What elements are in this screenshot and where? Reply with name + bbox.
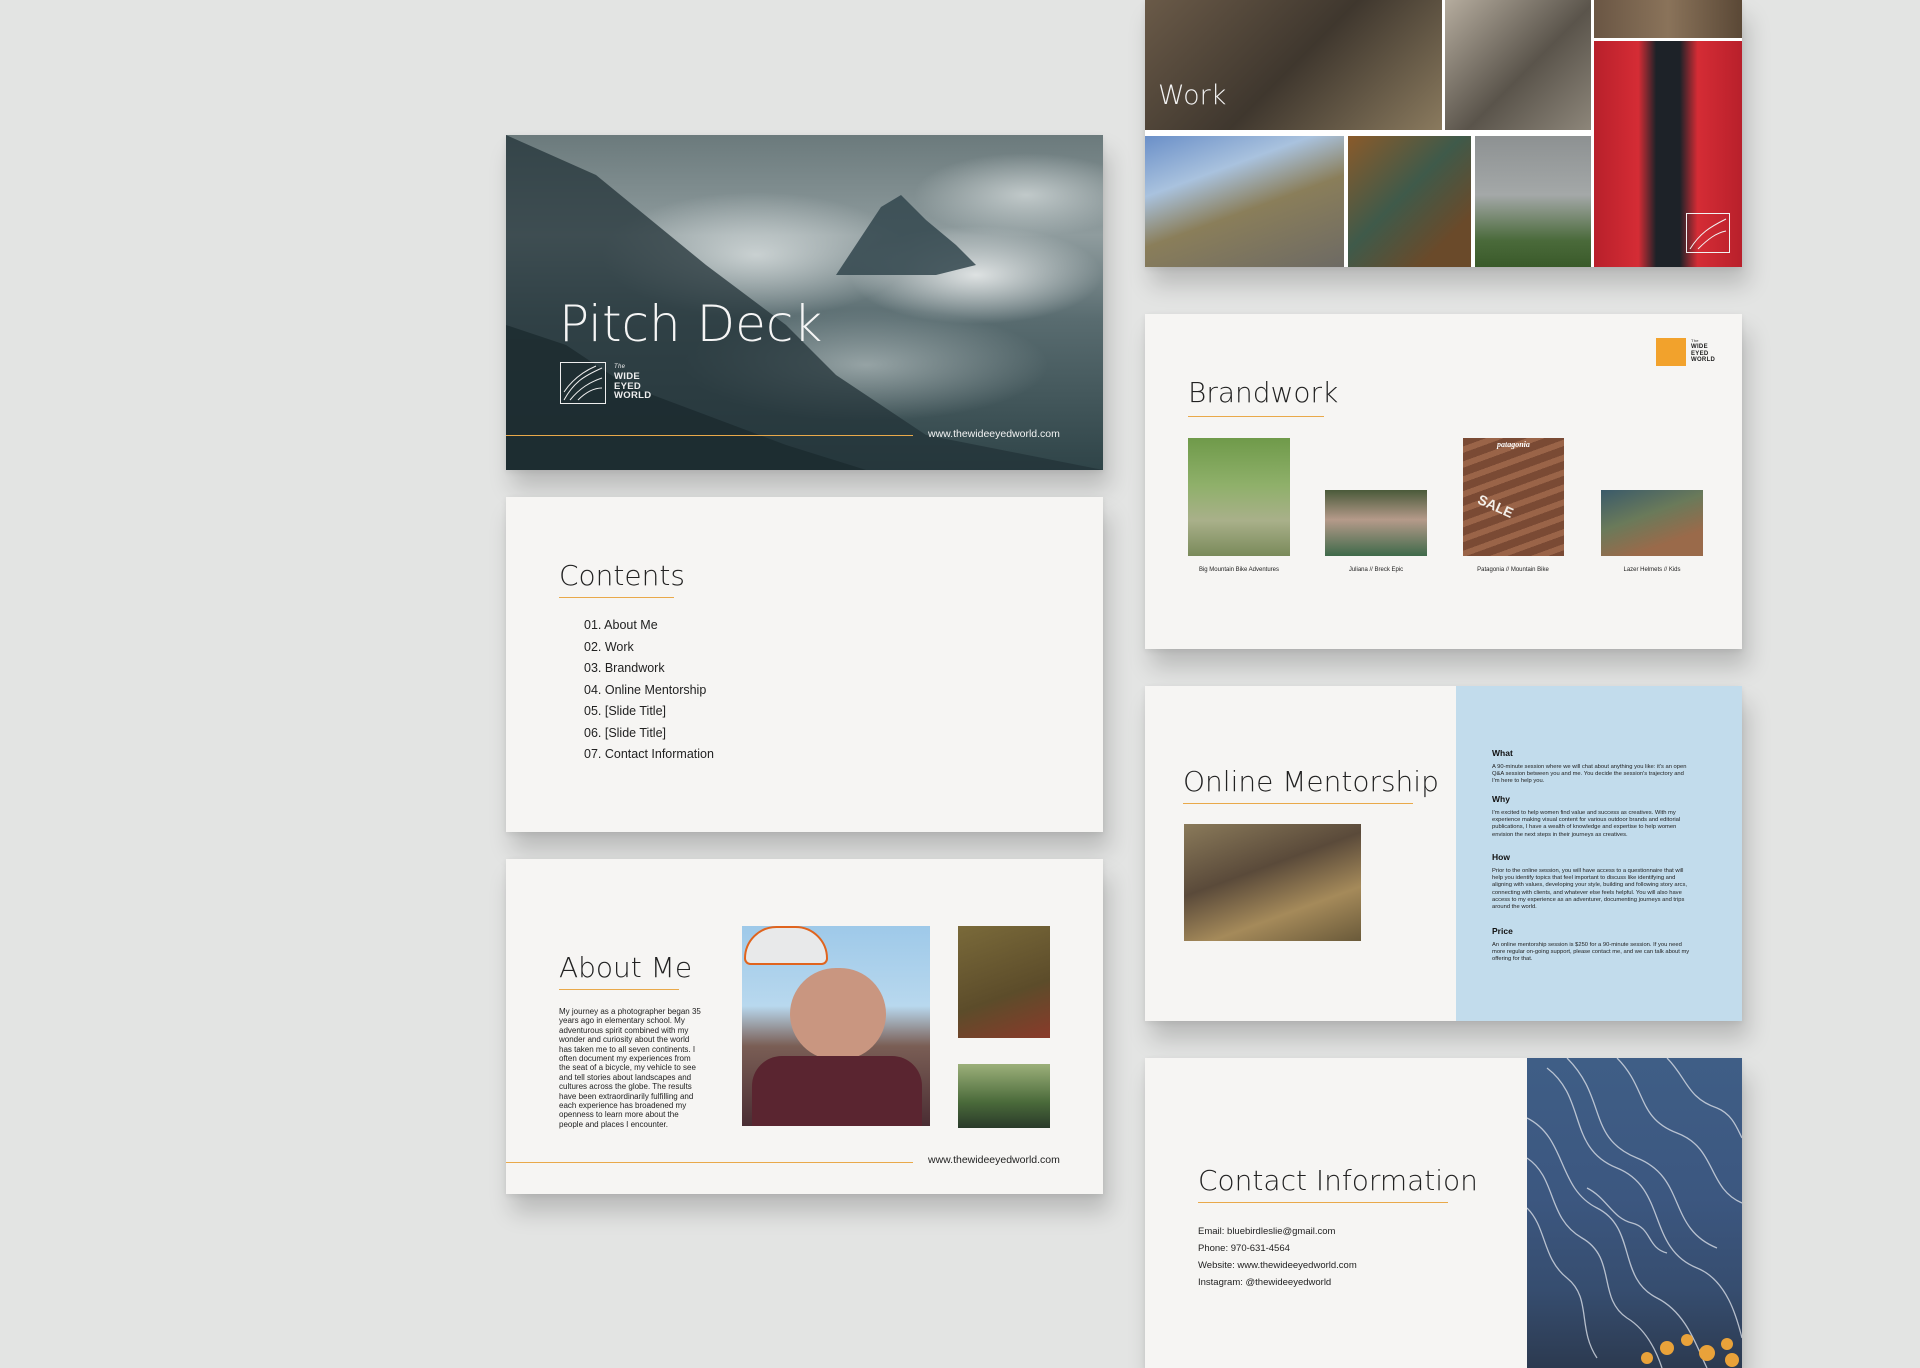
slide-brandwork: Brandwork The WIDE EYED WORLD Big Mounta… [1145, 314, 1742, 649]
slide-contact-information: Contact Information Email: bluebirdlesli… [1145, 1058, 1742, 1368]
work-photo-chain [1445, 0, 1591, 130]
section-text-why: I'm excited to help women find value and… [1492, 810, 1681, 838]
patagonia-wordmark: patagonia [1497, 440, 1530, 449]
contents-item[interactable]: 03. Brandwork [584, 658, 714, 680]
contents-item[interactable]: 01. About Me [584, 615, 714, 637]
slide-contents: Contents 01. About Me 02. Work 03. Brand… [506, 497, 1103, 832]
contact-instagram[interactable]: Instagram: @thewideeyedworld [1198, 1277, 1331, 1288]
portrait-photo [742, 926, 930, 1126]
contents-item[interactable]: 07. Contact Information [584, 744, 714, 766]
brand-photo-big-mountain[interactable] [1188, 438, 1290, 556]
title-underline [559, 989, 679, 990]
section-text-price: An online mentorship session is $250 for… [1492, 942, 1690, 963]
contents-item[interactable]: 05. [Slide Title] [584, 701, 714, 723]
contour-lines [1526, 1058, 1742, 1368]
work-photo-braids [1594, 41, 1742, 267]
contents-list: 01. About Me 02. Work 03. Brandwork 04. … [584, 615, 714, 766]
river-photo [958, 1064, 1050, 1128]
mentorship-info-panel: What A 90-minute session where we will c… [1456, 686, 1742, 1021]
work-photo-rainbow [1475, 136, 1591, 267]
topographic-contour-photo [1526, 1058, 1742, 1368]
contents-item[interactable]: 02. Work [584, 637, 714, 659]
contents-title: Contents [559, 559, 685, 592]
slide-online-mentorship: Online Mentorship What A 90-minute sessi… [1145, 686, 1742, 1021]
pitch-title: Pitch Deck [559, 295, 823, 353]
brand-logo-text: The WIDE EYED WORLD [1691, 338, 1715, 364]
slide-about-me: About Me My journey as a photographer be… [506, 859, 1103, 1194]
contact-email[interactable]: Email: bluebirdleslie@gmail.com [1198, 1226, 1335, 1237]
about-body-text: My journey as a photographer began 35 ye… [559, 1007, 701, 1129]
slide-work: Work [1145, 0, 1742, 267]
mentorship-photo [1184, 824, 1361, 941]
about-title: About Me [559, 951, 693, 984]
contents-item[interactable]: 04. Online Mentorship [584, 680, 714, 702]
contact-phone[interactable]: Phone: 970-631-4564 [1198, 1243, 1290, 1254]
logo-line-world: WORLD [1691, 357, 1716, 364]
section-text-how: Prior to the online session, you will ha… [1492, 868, 1687, 911]
work-photo-jump [1145, 136, 1344, 267]
brandwork-title: Brandwork [1188, 376, 1339, 409]
contact-website[interactable]: Website: www.thewideeyedworld.com [1198, 1260, 1357, 1271]
section-heading-how: How [1492, 852, 1510, 862]
divider-rule [506, 1162, 913, 1163]
brand-photo-patagonia[interactable]: patagonia SALE [1463, 438, 1564, 556]
brand-photo-lazer[interactable] [1601, 490, 1703, 556]
title-underline [1198, 1202, 1448, 1203]
work-photo-sheep [1594, 0, 1742, 38]
cyclists-photo [958, 926, 1050, 1038]
section-heading-what: What [1492, 748, 1513, 758]
brand-caption: Big Mountain Bike Adventures [1198, 567, 1280, 573]
title-underline [1183, 803, 1413, 804]
divider-rule [506, 435, 913, 436]
title-underline [559, 597, 674, 598]
work-photo-leaves [1348, 136, 1471, 267]
slide-pitch-deck: Pitch Deck The WIDE EYED WORLD www.thewi… [506, 135, 1103, 470]
logo-line-world: WORLD [614, 390, 652, 402]
about-url[interactable]: www.thewideeyedworld.com [928, 1154, 1060, 1166]
brand-caption: Lazer Helmets // Kids [1623, 567, 1681, 573]
section-heading-price: Price [1492, 926, 1513, 936]
wide-eyed-world-logo-icon [560, 362, 606, 404]
sale-text: SALE [1475, 491, 1516, 521]
logo-text: The WIDE EYED WORLD [614, 363, 651, 401]
title-underline [1188, 416, 1324, 417]
brand-caption: Juliana // Breck Epic [1348, 567, 1404, 573]
section-text-what: A 90-minute session where we will chat a… [1492, 764, 1687, 785]
brand-photo-juliana[interactable] [1325, 490, 1427, 556]
helmet [744, 926, 828, 965]
work-title: Work [1158, 80, 1227, 111]
section-heading-why: Why [1492, 794, 1510, 804]
wide-eyed-world-logo-icon [1686, 213, 1730, 253]
wide-eyed-world-logo-icon [1656, 338, 1686, 366]
mentorship-title: Online Mentorship [1183, 765, 1439, 798]
jacket [752, 1056, 922, 1126]
pitch-url[interactable]: www.thewideeyedworld.com [928, 428, 1060, 440]
contents-item[interactable]: 06. [Slide Title] [584, 723, 714, 745]
brand-caption: Patagonia // Mountain Bike [1477, 567, 1549, 573]
contact-title: Contact Information [1198, 1164, 1478, 1197]
face [790, 968, 886, 1060]
